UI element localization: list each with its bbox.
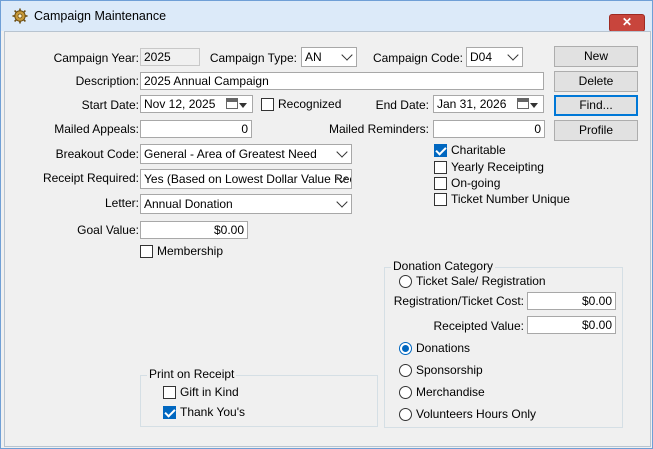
chevron-down-icon [341,49,353,61]
sponsorship-radio[interactable] [399,364,412,377]
receipt-required-value: Yes (Based on Lowest Dollar Value Rec [144,172,352,186]
letter-value: Annual Donation [144,197,233,211]
description-input[interactable]: 2025 Annual Campaign [140,72,544,90]
receipted-value-label: Receipted Value: [433,319,524,333]
registration-cost-input[interactable]: $0.00 [527,292,616,310]
chevron-down-icon [336,146,348,158]
donations-radio[interactable] [399,342,412,355]
recognized-checkbox[interactable] [261,98,274,111]
campaign-year-field: 2025 [140,48,200,66]
start-date-picker[interactable]: Nov 12, 2025 [140,95,253,113]
ticket-number-unique-checkbox[interactable] [434,193,447,206]
receipt-required-select[interactable]: Yes (Based on Lowest Dollar Value Rec [140,169,352,189]
new-button[interactable]: New [554,46,638,67]
donation-category-title: Donation Category [391,259,496,273]
merchandise-label: Merchandise [416,385,485,399]
recognized-label: Recognized [278,97,342,111]
campaign-year-label: Campaign Year: [53,51,139,65]
end-date-label: End Date: [375,98,429,112]
chevron-down-icon [336,196,348,208]
letter-select[interactable]: Annual Donation [140,194,352,214]
mailed-reminders-label: Mailed Reminders: [328,122,429,136]
close-icon: ✕ [621,15,633,29]
window-title: Campaign Maintenance [34,9,167,23]
volunteers-hours-radio[interactable] [399,408,412,421]
charitable-checkbox[interactable] [434,144,447,157]
chevron-down-icon [507,49,519,61]
start-date-value: Nov 12, 2025 [144,97,216,111]
thank-yous-checkbox[interactable] [163,406,176,419]
ticket-number-unique-label: Ticket Number Unique [451,192,570,206]
form-body: Campaign Year: 2025 Campaign Type: AN Ca… [4,31,651,447]
description-label: Description: [75,74,139,88]
ongoing-checkbox[interactable] [434,177,447,190]
merchandise-radio[interactable] [399,386,412,399]
letter-label: Letter: [104,196,139,210]
yearly-receipting-checkbox[interactable] [434,161,447,174]
ticket-sale-label: Ticket Sale/ Registration [416,274,546,288]
membership-label: Membership [157,244,224,258]
charitable-label: Charitable [451,143,506,157]
print-on-receipt-group [140,375,378,427]
campaign-maintenance-window: Campaign Maintenance ✕ Campaign Year: 20… [0,0,653,449]
delete-button[interactable]: Delete [554,71,638,92]
campaign-type-label: Campaign Type: [209,51,297,65]
donations-label: Donations [416,341,471,355]
goal-value-input[interactable]: $0.00 [140,221,248,239]
app-gear-icon [12,8,28,24]
gift-in-kind-checkbox[interactable] [163,386,176,399]
thank-yous-label: Thank You's [180,405,246,419]
campaign-type-value: AN [305,50,322,64]
ticket-sale-radio[interactable] [399,275,412,288]
breakout-code-label: Breakout Code: [55,147,139,161]
receipt-required-label: Receipt Required: [42,171,139,185]
mailed-appeals-label: Mailed Appeals: [54,122,139,136]
campaign-code-label: Campaign Code: [372,51,463,65]
close-button[interactable]: ✕ [609,14,645,32]
mailed-appeals-input[interactable]: 0 [140,120,252,138]
profile-button[interactable]: Profile [554,120,638,141]
ongoing-label: On-going [451,176,501,190]
sponsorship-label: Sponsorship [416,363,483,377]
calendar-icon[interactable] [517,98,529,109]
dropdown-arrow-icon [530,103,538,108]
end-date-picker[interactable]: Jan 31, 2026 [433,95,544,113]
start-date-label: Start Date: [81,98,139,112]
gift-in-kind-label: Gift in Kind [180,385,239,399]
receipted-value-input[interactable]: $0.00 [527,316,616,334]
campaign-type-select[interactable]: AN [301,47,357,67]
breakout-code-value: General - Area of Greatest Need [144,147,317,161]
end-date-value: Jan 31, 2026 [437,97,507,111]
membership-checkbox[interactable] [140,245,153,258]
title-bar: Campaign Maintenance ✕ [1,1,652,32]
breakout-code-select[interactable]: General - Area of Greatest Need [140,144,352,164]
calendar-icon[interactable] [226,98,238,109]
campaign-code-select[interactable]: D04 [466,47,523,67]
campaign-code-value: D04 [470,50,493,64]
yearly-receipting-label: Yearly Receipting [451,160,544,174]
find-button[interactable]: Find... [554,95,638,116]
goal-value-label: Goal Value: [77,223,139,237]
volunteers-hours-label: Volunteers Hours Only [416,407,537,421]
mailed-reminders-input[interactable]: 0 [433,120,545,138]
registration-cost-label: Registration/Ticket Cost: [393,294,524,308]
dropdown-arrow-icon [239,103,247,108]
print-on-receipt-title: Print on Receipt [147,367,237,381]
